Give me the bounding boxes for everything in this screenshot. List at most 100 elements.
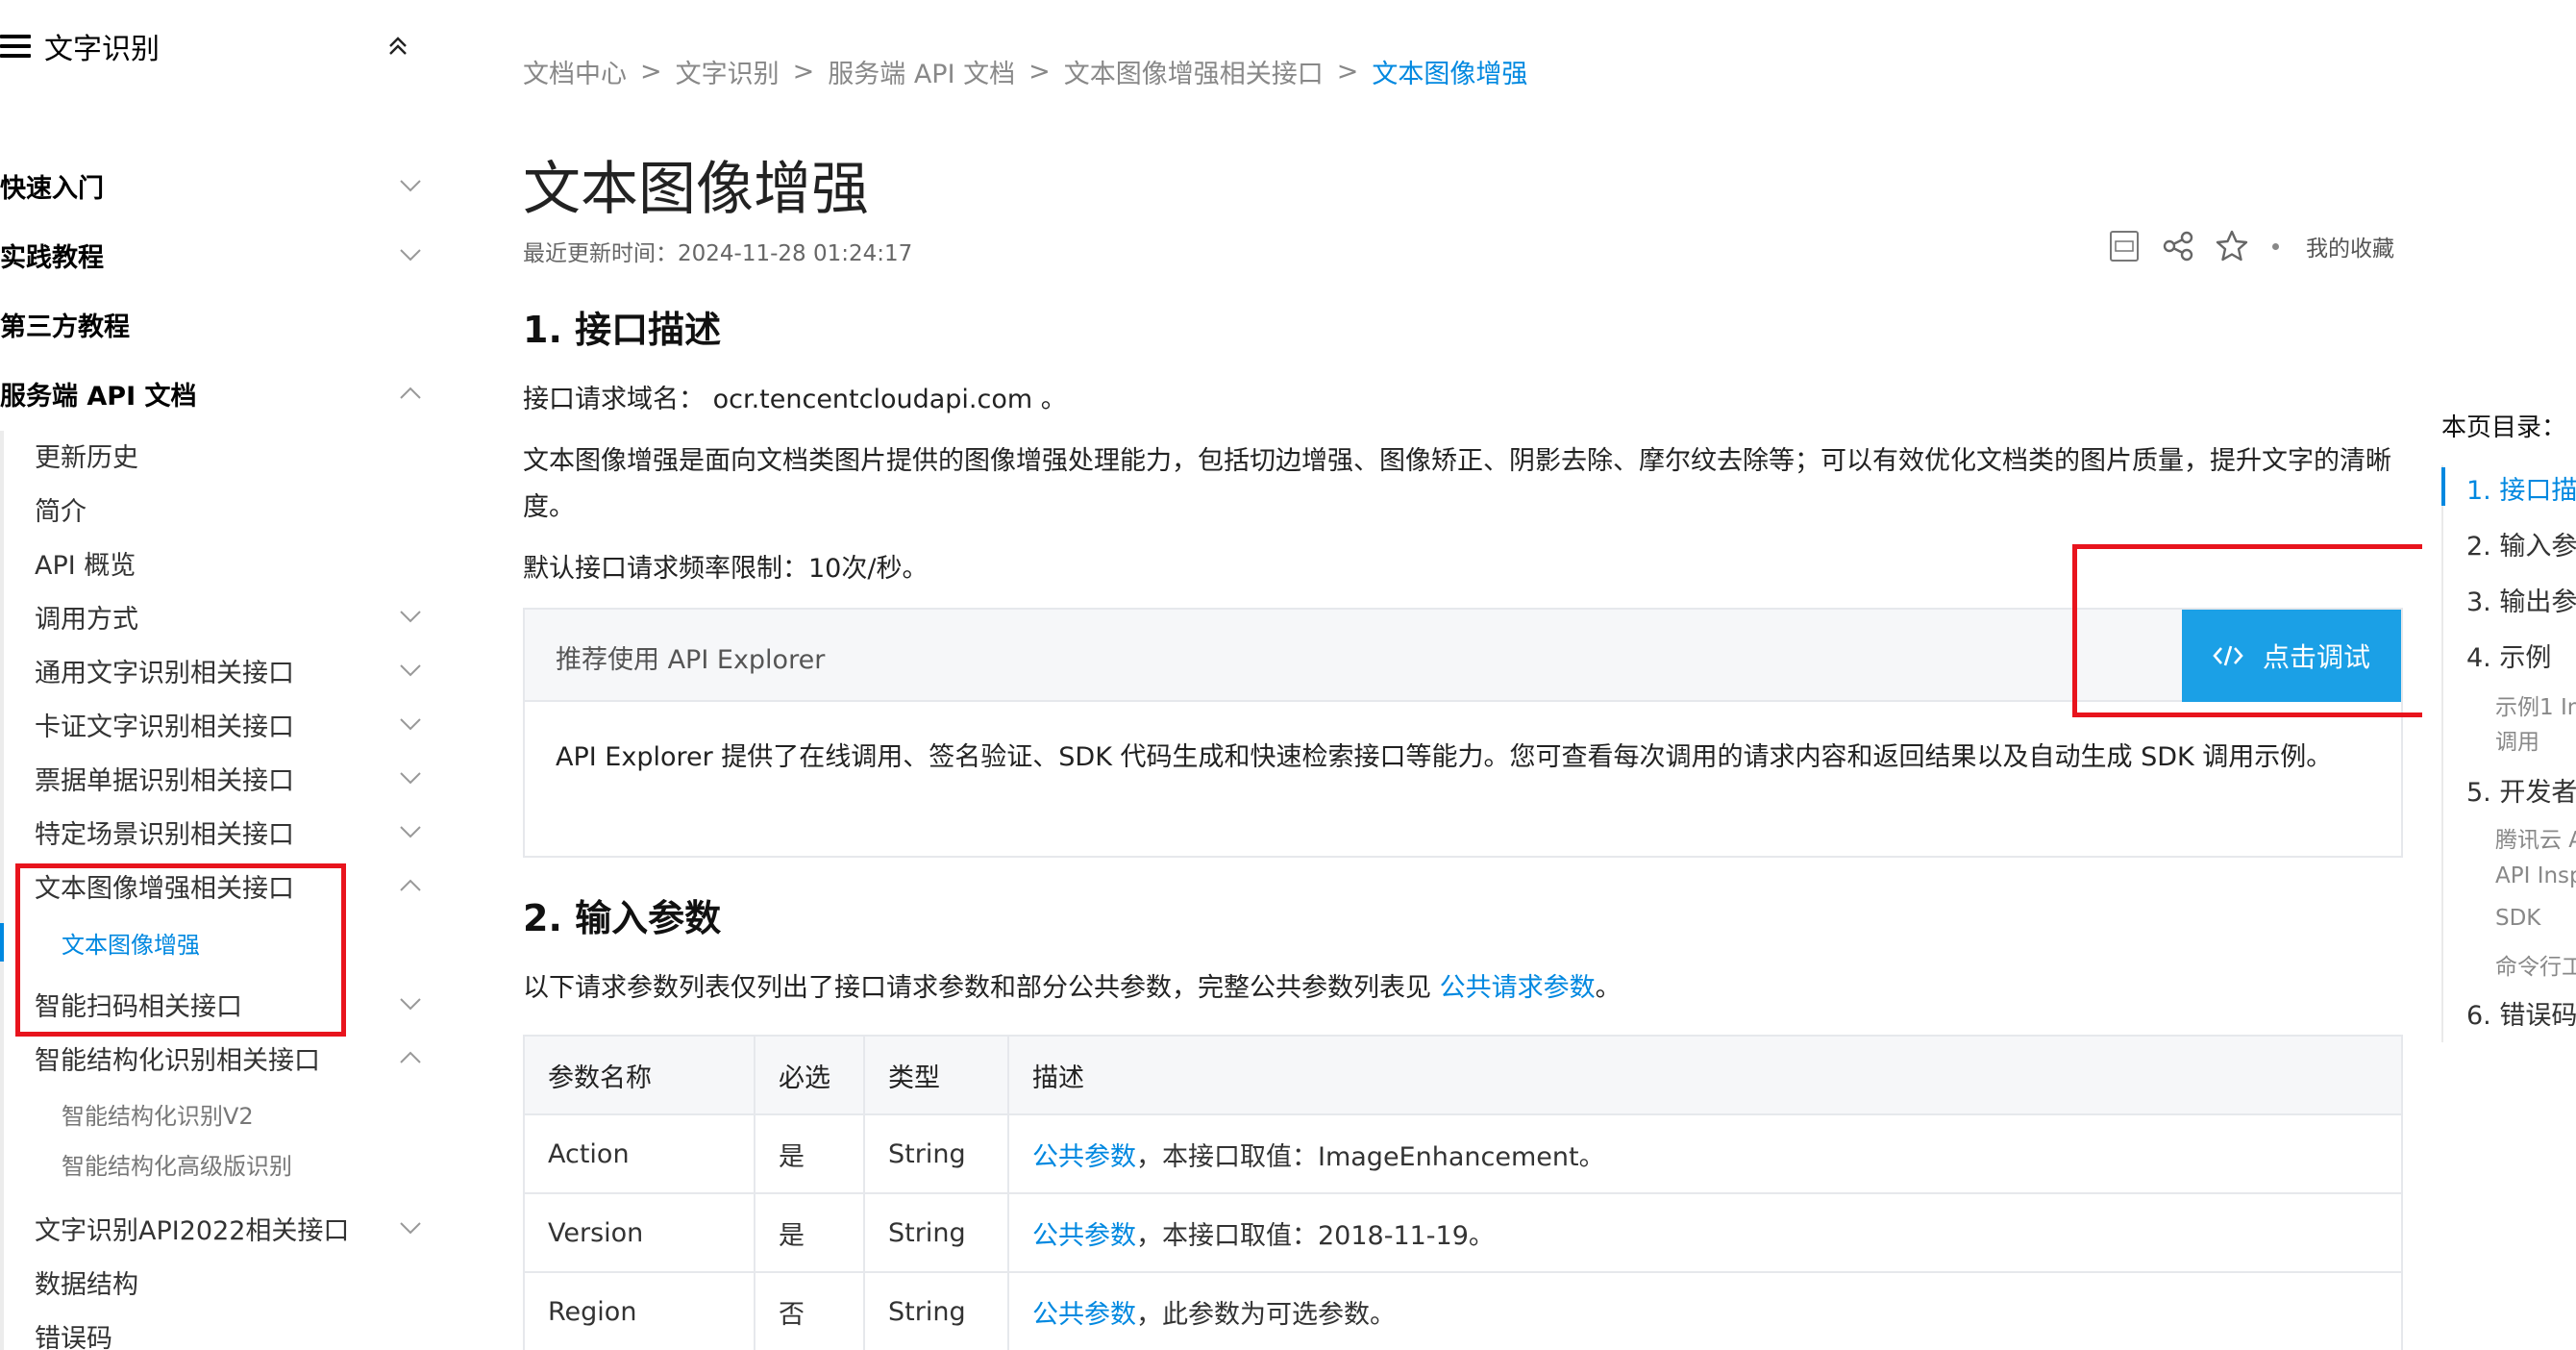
sidebar-item-card-ocr[interactable]: 卡证文字识别相关接口 [35, 703, 423, 745]
sidebar-item-general-ocr[interactable]: 通用文字识别相关接口 [35, 649, 423, 691]
common-params-link[interactable]: 公共参数 [1032, 1221, 1136, 1251]
star-icon[interactable] [2215, 229, 2249, 263]
breadcrumb-current: 文本图像增强 [1372, 59, 1528, 89]
table-header-cell: 类型 [863, 1035, 1009, 1115]
sidebar-item-bill-ocr[interactable]: 票据单据识别相关接口 [35, 757, 423, 799]
param-type: String [863, 1192, 1009, 1273]
sidebar-item-history[interactable]: 更新历史 [35, 434, 423, 476]
params-intro-end: 。 [1595, 973, 1622, 1003]
api-explorer-title: 推荐使用 API Explorer [556, 645, 826, 675]
highlight-box-sidebar [15, 863, 346, 1037]
breadcrumb-separator: > [1028, 56, 1051, 87]
breadcrumb-separator: > [792, 56, 815, 87]
toolbar-dot [2272, 242, 2279, 250]
toc-item-error-code[interactable]: 6. 错误码 [2466, 994, 2576, 1032]
param-required: 否 [754, 1271, 865, 1350]
sidebar-item-structured-ocr[interactable]: 智能结构化识别相关接口 [35, 1037, 423, 1079]
last-updated: 最近更新时间：2024-11-28 01:24:17 [523, 241, 913, 266]
sidebar-item-scene-ocr[interactable]: 特定场景识别相关接口 [35, 811, 423, 853]
double-chevron-up-icon[interactable] [384, 33, 411, 60]
sidebar-section-quickstart[interactable]: 快速入门 [0, 163, 423, 208]
breadcrumb-item[interactable]: 文档中心 [523, 53, 627, 90]
toc-item-output[interactable]: 3. 输出参 [2466, 581, 2576, 618]
param-name: Region [523, 1271, 755, 1350]
sidebar-section-label: 快速入门 [0, 173, 104, 204]
sidebar-item-label: 智能结构化识别相关接口 [35, 1045, 320, 1076]
page-title: 文本图像增强 [523, 156, 869, 223]
toc-subitem-example1[interactable]: 示例1 In [2495, 688, 2576, 721]
param-type: String [863, 1271, 1009, 1350]
sidebar-item-label: 数据结构 [35, 1269, 138, 1300]
main-content: 文档中心 > 文字识别 > 服务端 API 文档 > 文本图像增强相关接口 > … [461, 0, 2428, 1350]
table-row: Action 是 String 公共参数，本接口取值：ImageEnhancem… [523, 1113, 2403, 1194]
menu-icon[interactable] [0, 35, 31, 58]
sidebar-subitem-structured-pro[interactable]: 智能结构化高级版识别 [62, 1144, 423, 1183]
chevron-down-icon [400, 664, 421, 677]
chevron-down-icon [400, 772, 421, 785]
chevron-up-icon [400, 1051, 421, 1063]
toc-item-developer[interactable]: 5. 开发者 [2466, 771, 2576, 809]
sidebar-section-tutorials[interactable]: 实践教程 [0, 233, 423, 277]
params-intro-text: 以下请求参数列表仅列出了接口请求参数和部分公共参数，完整公共参数列表见 [523, 973, 1440, 1003]
toc-subitem-api-inspector[interactable]: API Insp [2495, 863, 2576, 888]
chevron-down-icon [400, 1222, 421, 1235]
breadcrumb-item[interactable]: 文字识别 [676, 53, 780, 90]
sidebar-section-third-party[interactable]: 第三方教程 [0, 302, 423, 346]
param-desc: 公共参数，本接口取值：ImageEnhancement。 [1007, 1113, 2403, 1194]
my-favorites-link[interactable]: 我的收藏 [2306, 230, 2394, 262]
toc-item-input[interactable]: 2. 输入参 [2466, 525, 2576, 562]
toc-subitem-cli[interactable]: 命令行工 [2495, 948, 2576, 981]
param-required: 是 [754, 1113, 865, 1194]
sidebar-item-error-code[interactable]: 错误码 [35, 1314, 423, 1350]
breadcrumb-item[interactable]: 服务端 API 文档 [828, 53, 1015, 90]
toc-subitem-example1-cont[interactable]: 调用 [2495, 723, 2539, 756]
sidebar-item-ocr-2022[interactable]: 文字识别API2022相关接口 [35, 1207, 423, 1249]
sidebar-item-label: 特定场景识别相关接口 [35, 819, 294, 850]
share-icon[interactable] [2161, 229, 2195, 263]
api-description: 文本图像增强是面向文档类图片提供的图像增强处理能力，包括切边增强、图像矫正、阴影… [523, 446, 2391, 522]
sidebar-item-intro[interactable]: 简介 [35, 488, 423, 530]
chevron-down-icon [400, 998, 421, 1011]
sidebar-item-api-overview[interactable]: API 概览 [35, 541, 423, 584]
pdf-icon[interactable] [2107, 229, 2142, 263]
breadcrumb: 文档中心 > 文字识别 > 服务端 API 文档 > 文本图像增强相关接口 > … [523, 53, 1528, 90]
breadcrumb-item[interactable]: 文本图像增强相关接口 [1064, 53, 1324, 90]
sidebar-section-label: 服务端 API 文档 [0, 381, 197, 412]
common-params-link[interactable]: 公共参数 [1032, 1142, 1136, 1172]
chevron-up-icon [400, 879, 421, 891]
param-required: 是 [754, 1192, 865, 1273]
sidebar-subitem-label: 智能结构化识别V2 [62, 1102, 254, 1130]
sidebar-item-call-method[interactable]: 调用方式 [35, 595, 423, 638]
common-params-link[interactable]: 公共参数 [1032, 1300, 1136, 1330]
chevron-down-icon [400, 611, 421, 623]
sidebar-item-label: 错误码 [35, 1323, 112, 1350]
params-intro: 以下请求参数列表仅列出了接口请求参数和部分公共参数，完整公共参数列表见 公共请求… [523, 965, 2407, 1012]
api-domain-suffix: 。 [1040, 385, 1067, 414]
param-name: Version [523, 1192, 755, 1273]
sidebar-subitem-structured-v2[interactable]: 智能结构化识别V2 [62, 1094, 423, 1133]
common-params-link[interactable]: 公共请求参数 [1440, 973, 1596, 1003]
sidebar-item-label: 票据单据识别相关接口 [35, 765, 294, 796]
params-table: 参数名称 必选 类型 描述 Action 是 String 公共参数，本接口取值… [523, 1035, 2403, 1350]
toc-subitem-sdk[interactable]: SDK [2495, 906, 2540, 931]
toc-subitem-tencent-cloud[interactable]: 腾讯云 A [2495, 821, 2576, 854]
api-explorer-body: API Explorer 提供了在线调用、签名验证、SDK 代码生成和快速检索接… [556, 742, 2333, 772]
chevron-up-icon [400, 387, 421, 399]
toc-item-description[interactable]: 1. 接口描 [2466, 469, 2576, 507]
toc-line [2441, 465, 2443, 1042]
highlight-box-debug-button [2072, 544, 2428, 717]
param-desc: 公共参数，本接口取值：2018-11-19。 [1007, 1192, 2403, 1273]
param-type: String [863, 1113, 1009, 1194]
sidebar-section-label: 第三方教程 [0, 312, 130, 342]
api-domain: 接口请求域名： ocr.tencentcloudapi.com 。 [523, 377, 2407, 423]
sidebar-item-label: 文字识别API2022相关接口 [35, 1215, 350, 1246]
sidebar-section-server-api[interactable]: 服务端 API 文档 [0, 371, 423, 415]
sidebar-item-label: API 概览 [35, 550, 136, 581]
chevron-down-icon [400, 249, 421, 262]
sidebar-item-label: 卡证文字识别相关接口 [35, 712, 294, 742]
page-toolbar: 我的收藏 [2107, 227, 2394, 265]
toc-item-example[interactable]: 4. 示例 [2466, 637, 2551, 674]
sidebar-item-label: 通用文字识别相关接口 [35, 658, 294, 688]
sidebar-item-data-structure[interactable]: 数据结构 [35, 1261, 423, 1303]
api-domain-value: ocr.tencentcloudapi.com [712, 385, 1033, 414]
